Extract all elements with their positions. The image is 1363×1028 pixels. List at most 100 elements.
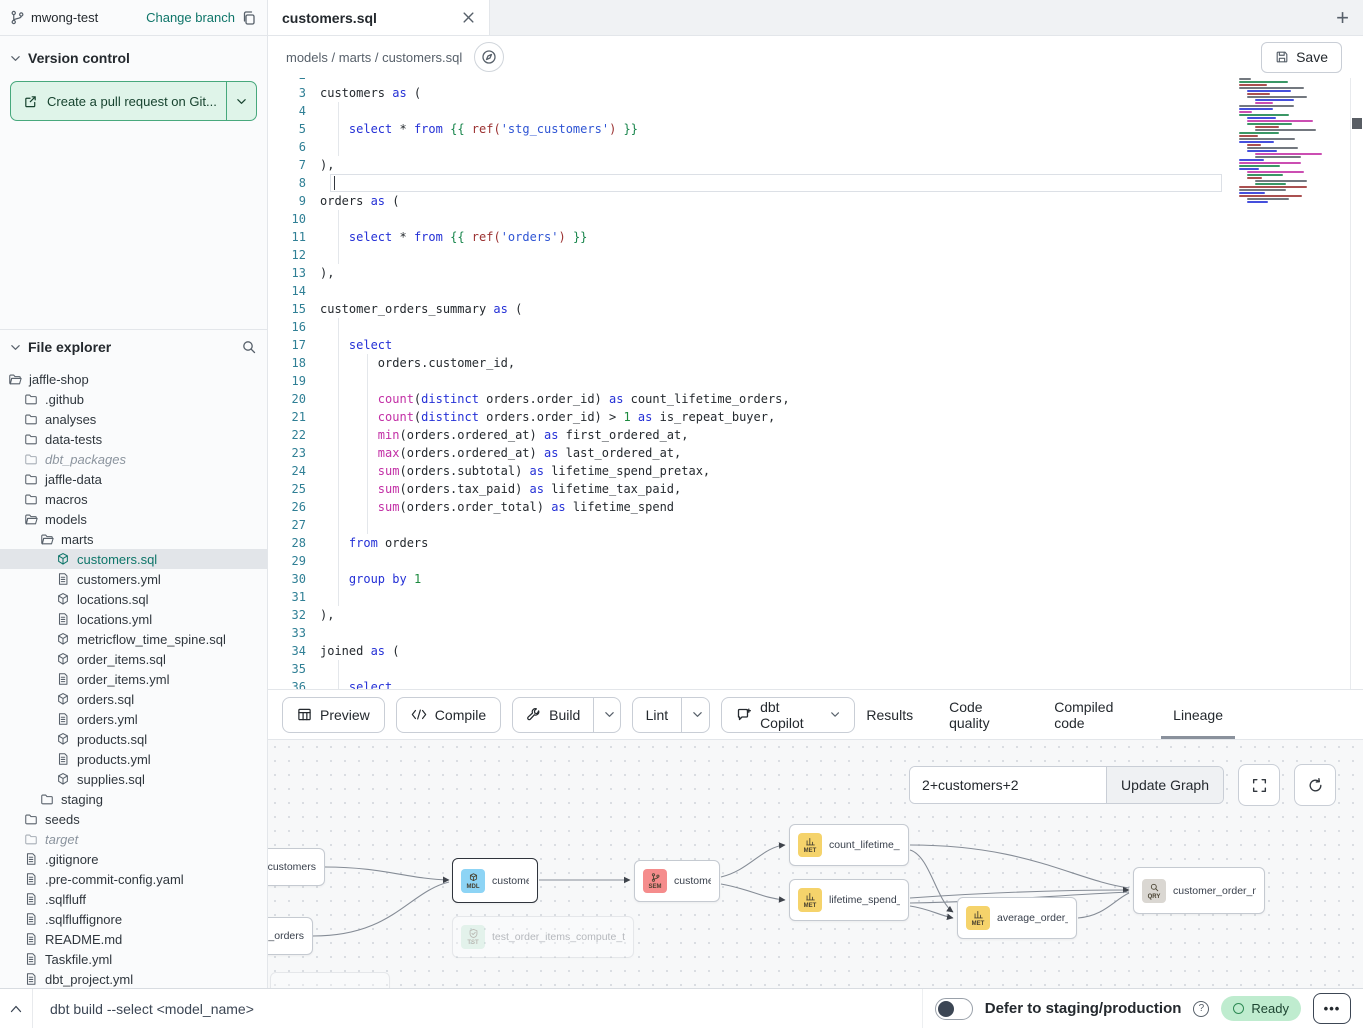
new-tab-button[interactable]: + — [1336, 7, 1349, 29]
lint-dropdown[interactable] — [681, 698, 710, 732]
lineage-node-partial[interactable] — [270, 972, 390, 988]
code-line-18[interactable]: 18 orders.customer_id, — [268, 354, 1363, 372]
tree-item-locations-yml[interactable]: locations.yml — [0, 609, 267, 629]
code-line-23[interactable]: 23 max(orders.ordered_at) as last_ordere… — [268, 444, 1363, 462]
compile-button[interactable]: Compile — [396, 697, 501, 733]
code-line-12[interactable]: 12 — [268, 246, 1363, 264]
tree-item-locations-sql[interactable]: locations.sql — [0, 589, 267, 609]
tree-item-readme-md[interactable]: README.md — [0, 929, 267, 949]
lineage-node-customers[interactable]: SEMcustomers — [634, 860, 720, 902]
chevron-down-icon[interactable] — [10, 53, 21, 64]
tab-compiled-code[interactable]: Compiled code — [1054, 690, 1137, 739]
tree-item--github[interactable]: .github — [0, 389, 267, 409]
tree-item-staging[interactable]: staging — [0, 789, 267, 809]
code-line-16[interactable]: 16 — [268, 318, 1363, 336]
code-line-11[interactable]: 11 select * from {{ ref('orders') }} — [268, 228, 1363, 246]
tree-item-models[interactable]: models — [0, 509, 267, 529]
code-line-13[interactable]: 13), — [268, 264, 1363, 282]
defer-toggle[interactable] — [935, 998, 973, 1020]
tree-item-order-items-yml[interactable]: order_items.yml — [0, 669, 267, 689]
tree-item--pre-commit-config-yaml[interactable]: .pre-commit-config.yaml — [0, 869, 267, 889]
tree-item-seeds[interactable]: seeds — [0, 809, 267, 829]
tree-item-orders-yml[interactable]: orders.yml — [0, 709, 267, 729]
tree-item-dbt-project-yml[interactable]: dbt_project.yml — [0, 969, 267, 989]
code-line-17[interactable]: 17 select — [268, 336, 1363, 354]
tree-item-order-items-sql[interactable]: order_items.sql — [0, 649, 267, 669]
compass-icon[interactable] — [474, 42, 504, 72]
build-button[interactable]: Build — [513, 698, 593, 732]
lineage-filter-input[interactable] — [910, 767, 1106, 803]
build-dropdown[interactable] — [593, 698, 620, 732]
code-line-24[interactable]: 24 sum(orders.subtotal) as lifetime_spen… — [268, 462, 1363, 480]
tab-results[interactable]: Results — [866, 690, 913, 739]
tree-item-products-yml[interactable]: products.yml — [0, 749, 267, 769]
lineage-panel[interactable]: Update Graph stg_customersstg_ordersMDLc… — [268, 740, 1363, 988]
lineage-node-customer-order-metrics[interactable]: QRYcustomer_order_metrics — [1133, 867, 1265, 914]
search-icon[interactable] — [241, 339, 257, 355]
tree-item-target[interactable]: target — [0, 829, 267, 849]
status-badge[interactable]: Ready — [1221, 996, 1301, 1021]
tree-item-jaffle-shop[interactable]: jaffle-shop — [0, 369, 267, 389]
code-line-22[interactable]: 22 min(orders.ordered_at) as first_order… — [268, 426, 1363, 444]
update-graph-button[interactable]: Update Graph — [1106, 767, 1223, 803]
scrollbar-thumb[interactable] — [1352, 118, 1362, 129]
save-button[interactable]: Save — [1261, 42, 1342, 73]
lineage-node-stg-orders[interactable]: stg_orders — [268, 917, 313, 955]
create-pr-button[interactable]: Create a pull request on Git... — [10, 81, 257, 121]
tree-item--sqlfluff[interactable]: .sqlfluff — [0, 889, 267, 909]
tab-code-quality[interactable]: Code quality — [949, 690, 1018, 739]
create-pr-dropdown[interactable] — [226, 82, 256, 120]
tree-item-customers-yml[interactable]: customers.yml — [0, 569, 267, 589]
code-line-36[interactable]: 36 select — [268, 678, 1363, 689]
code-line-3[interactable]: 3customers as ( — [268, 84, 1363, 102]
code-line-15[interactable]: 15customer_orders_summary as ( — [268, 300, 1363, 318]
code-line-26[interactable]: 26 sum(orders.order_total) as lifetime_s… — [268, 498, 1363, 516]
tree-item-macros[interactable]: macros — [0, 489, 267, 509]
code-line-19[interactable]: 19 — [268, 372, 1363, 390]
dbt-copilot-button[interactable]: dbt Copilot — [721, 697, 855, 733]
code-line-34[interactable]: 34joined as ( — [268, 642, 1363, 660]
preview-button[interactable]: Preview — [282, 697, 385, 733]
tab-customers-sql[interactable]: customers.sql — [268, 0, 490, 35]
code-line-35[interactable]: 35 — [268, 660, 1363, 678]
tree-item-dbt-packages[interactable]: dbt_packages — [0, 449, 267, 469]
tree-item-data-tests[interactable]: data-tests — [0, 429, 267, 449]
code-line-8[interactable]: 8 — [268, 174, 1363, 192]
code-line-29[interactable]: 29 — [268, 552, 1363, 570]
tree-item-orders-sql[interactable]: orders.sql — [0, 689, 267, 709]
code-line-30[interactable]: 30 group by 1 — [268, 570, 1363, 588]
code-editor[interactable]: 23customers as (45 select * from {{ ref(… — [268, 78, 1363, 689]
lint-button[interactable]: Lint — [633, 698, 682, 732]
code-line-25[interactable]: 25 sum(orders.tax_paid) as lifetime_tax_… — [268, 480, 1363, 498]
help-icon[interactable]: ? — [1193, 1001, 1209, 1017]
lineage-node-average-order-value[interactable]: METaverage_order_value — [957, 897, 1077, 939]
code-line-9[interactable]: 9orders as ( — [268, 192, 1363, 210]
tree-item--gitignore[interactable]: .gitignore — [0, 849, 267, 869]
code-line-28[interactable]: 28 from orders — [268, 534, 1363, 552]
code-line-27[interactable]: 27 — [268, 516, 1363, 534]
code-line-31[interactable]: 31 — [268, 588, 1363, 606]
fullscreen-icon[interactable] — [1238, 764, 1280, 806]
tree-item-taskfile-yml[interactable]: Taskfile.yml — [0, 949, 267, 969]
lineage-node-count-lifetime-orders[interactable]: METcount_lifetime_orders — [789, 824, 909, 866]
lineage-node-customers[interactable]: MDLcustomers — [452, 858, 538, 903]
code-line-10[interactable]: 10 — [268, 210, 1363, 228]
code-line-4[interactable]: 4 — [268, 102, 1363, 120]
command-input[interactable]: dbt build --select <model_name> — [50, 1001, 254, 1017]
tree-item-analyses[interactable]: analyses — [0, 409, 267, 429]
refresh-icon[interactable] — [1294, 764, 1336, 806]
code-line-6[interactable]: 6 — [268, 138, 1363, 156]
chevron-down-icon[interactable] — [10, 342, 21, 353]
lineage-node-lifetime-spend-pretax[interactable]: METlifetime_spend_pretax — [789, 879, 909, 921]
tree-item-customers-sql[interactable]: customers.sql — [0, 549, 267, 569]
caret-up-icon[interactable] — [0, 989, 33, 1028]
code-line-33[interactable]: 33 — [268, 624, 1363, 642]
minimap[interactable] — [1237, 78, 1349, 210]
close-icon[interactable] — [462, 11, 475, 24]
more-menu-button[interactable]: ••• — [1313, 993, 1351, 1024]
code-line-32[interactable]: 32), — [268, 606, 1363, 624]
copy-icon[interactable] — [241, 10, 257, 26]
editor-scrollbar[interactable] — [1350, 78, 1363, 689]
tree-item-products-sql[interactable]: products.sql — [0, 729, 267, 749]
tree-item-supplies-sql[interactable]: supplies.sql — [0, 769, 267, 789]
